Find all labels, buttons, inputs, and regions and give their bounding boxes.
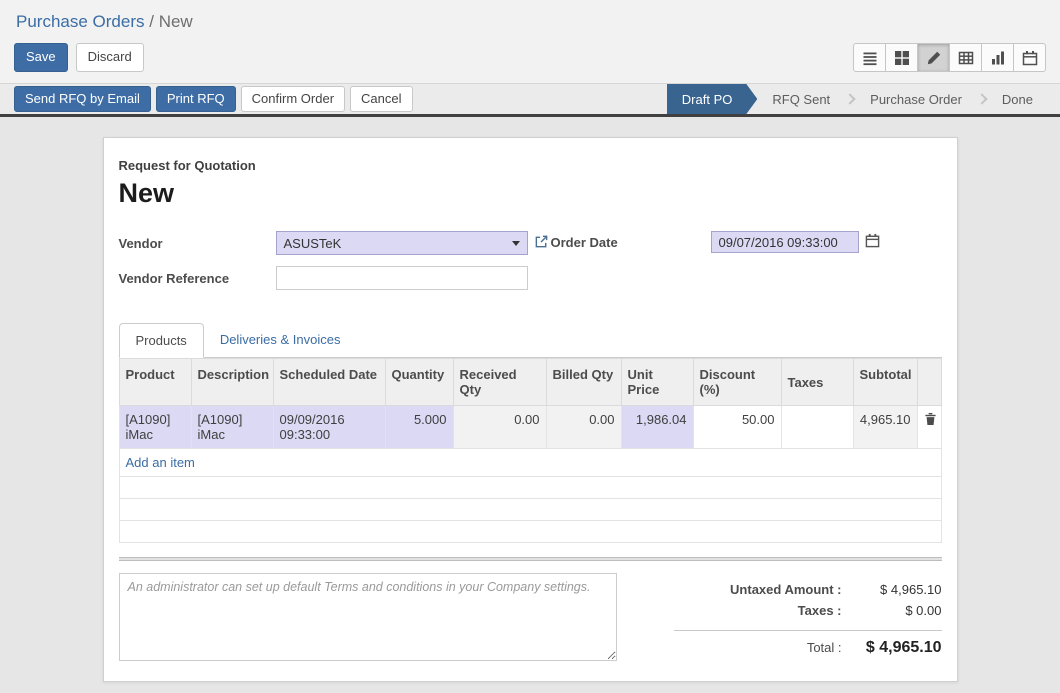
cell-subtotal: 4,965.10 <box>853 406 917 449</box>
cell-discount[interactable]: 50.00 <box>693 406 781 449</box>
state-rfq-sent: RFQ Sent <box>757 84 845 114</box>
trash-icon <box>924 414 937 429</box>
empty-row <box>119 477 941 499</box>
sheet-subtitle: Request for Quotation <box>119 158 942 173</box>
breadcrumb-current: New <box>159 12 193 31</box>
confirm-order-button[interactable]: Confirm Order <box>241 86 345 112</box>
state-draft-po: Draft PO <box>667 84 758 114</box>
col-unit-price: Unit Price <box>621 359 693 406</box>
col-discount: Discount (%) <box>693 359 781 406</box>
list-icon <box>862 50 878 66</box>
cell-quantity[interactable]: 5.000 <box>385 406 453 449</box>
order-date-input[interactable] <box>711 231 859 253</box>
kanban-icon <box>894 50 910 66</box>
add-item-row: Add an item <box>119 449 941 477</box>
order-lines-table: Product Description Scheduled Date Quant… <box>119 358 942 543</box>
untaxed-amount-label: Untaxed Amount : <box>730 582 841 597</box>
breadcrumb: Purchase Orders / New <box>0 0 1060 34</box>
state-done: Done <box>987 84 1048 114</box>
kanban-view-button[interactable] <box>885 43 918 72</box>
date-picker-button[interactable] <box>865 233 880 251</box>
open-vendor-record-button[interactable] <box>534 234 549 252</box>
tab-products[interactable]: Products <box>119 323 204 358</box>
cell-scheduled-date[interactable]: 09/09/2016 09:33:00 <box>273 406 385 449</box>
col-taxes: Taxes <box>781 359 853 406</box>
empty-row <box>119 499 941 521</box>
pivot-table-icon <box>958 50 974 66</box>
view-switcher <box>854 43 1046 72</box>
vendor-reference-label: Vendor Reference <box>119 271 276 286</box>
empty-row <box>119 521 941 543</box>
col-subtotal: Subtotal <box>853 359 917 406</box>
cancel-button[interactable]: Cancel <box>350 86 412 112</box>
statusbar-states: Draft PO RFQ Sent Purchase Order Done <box>667 84 1060 114</box>
delete-line-button[interactable] <box>917 406 941 449</box>
col-product: Product <box>119 359 191 406</box>
calendar-icon <box>1022 50 1038 66</box>
top-bar: Purchase Orders / New Save Discard <box>0 0 1060 83</box>
calendar-view-button[interactable] <box>1013 43 1046 72</box>
main-content: Request for Quotation New Vendor ASUSTeK… <box>0 117 1060 682</box>
tab-deliveries-invoices[interactable]: Deliveries & Invoices <box>204 323 357 357</box>
chevron-down-icon <box>512 241 520 246</box>
vendor-select[interactable]: ASUSTeK <box>276 231 528 255</box>
vendor-reference-input[interactable] <box>276 266 528 290</box>
cell-unit-price[interactable]: 1,986.04 <box>621 406 693 449</box>
order-date-label: Order Date <box>551 235 711 250</box>
cell-product[interactable]: [A1090] iMac <box>119 406 191 449</box>
col-description: Description <box>191 359 273 406</box>
table-header-row: Product Description Scheduled Date Quant… <box>119 359 941 406</box>
graph-view-button[interactable] <box>981 43 1014 72</box>
notebook-tabs: Products Deliveries & Invoices <box>119 323 942 358</box>
discard-button[interactable]: Discard <box>76 43 144 71</box>
col-scheduled-date: Scheduled Date <box>273 359 385 406</box>
col-received-qty: Received Qty <box>453 359 546 406</box>
section-separator <box>119 557 942 561</box>
print-rfq-button[interactable]: Print RFQ <box>156 86 236 112</box>
col-actions <box>917 359 941 406</box>
form-sheet: Request for Quotation New Vendor ASUSTeK… <box>103 137 958 682</box>
vendor-label: Vendor <box>119 236 276 251</box>
cell-taxes[interactable] <box>781 406 853 449</box>
col-billed-qty: Billed Qty <box>546 359 621 406</box>
table-row: [A1090] iMac [A1090] iMac 09/09/2016 09:… <box>119 406 941 449</box>
form-view-button[interactable] <box>917 43 950 72</box>
breadcrumb-separator: / <box>149 12 154 31</box>
col-quantity: Quantity <box>385 359 453 406</box>
totals-divider <box>674 630 942 631</box>
taxes-label: Taxes : <box>798 603 842 618</box>
chevron-right-icon <box>976 93 987 104</box>
vendor-value: ASUSTeK <box>284 236 342 251</box>
add-an-item-link[interactable]: Add an item <box>126 455 195 470</box>
save-button[interactable]: Save <box>14 43 68 71</box>
list-view-button[interactable] <box>853 43 886 72</box>
terms-and-conditions-textarea[interactable] <box>119 573 617 661</box>
status-bar: Send RFQ by Email Print RFQ Confirm Orde… <box>0 83 1060 117</box>
cell-received-qty: 0.00 <box>453 406 546 449</box>
untaxed-amount-value: $ 4,965.10 <box>842 582 942 597</box>
chevron-right-icon <box>844 93 855 104</box>
page-title: New <box>119 178 942 209</box>
external-link-icon <box>534 234 549 252</box>
edit-pencil-icon <box>926 50 942 66</box>
breadcrumb-parent-link[interactable]: Purchase Orders <box>16 12 145 31</box>
send-rfq-by-email-button[interactable]: Send RFQ by Email <box>14 86 151 112</box>
control-panel: Save Discard <box>0 34 1060 83</box>
bar-chart-icon <box>990 50 1006 66</box>
state-purchase-order: Purchase Order <box>855 84 977 114</box>
total-label: Total : <box>807 640 842 655</box>
totals-panel: Untaxed Amount : $ 4,965.10 Taxes : $ 0.… <box>674 573 942 661</box>
calendar-icon <box>865 233 880 251</box>
total-value: $ 4,965.10 <box>842 639 942 657</box>
taxes-value: $ 0.00 <box>842 603 942 618</box>
cell-billed-qty: 0.00 <box>546 406 621 449</box>
pivot-view-button[interactable] <box>949 43 982 72</box>
cell-description[interactable]: [A1090] iMac <box>191 406 273 449</box>
